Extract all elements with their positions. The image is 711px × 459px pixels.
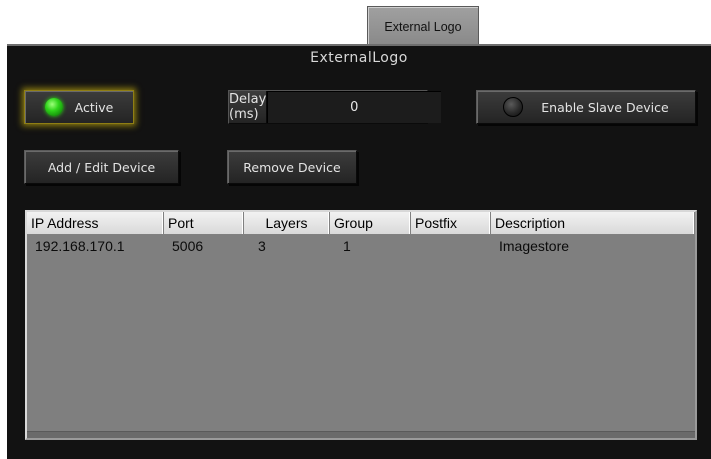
cell-layers: 3 (258, 238, 266, 254)
column-header-ip-address[interactable]: IP Address (27, 212, 164, 234)
delay-input[interactable] (267, 91, 442, 123)
enable-slave-device-label: Enable Slave Device (541, 99, 669, 115)
column-header-port[interactable]: Port (164, 212, 244, 234)
external-logo-panel: ExternalLogo Active Delay (ms) Enable Sl… (7, 44, 711, 459)
table-header: IP Address Port Layers Group Postfix Des… (27, 212, 695, 235)
column-header-postfix[interactable]: Postfix (411, 212, 491, 234)
cell-description: Imagestore (499, 238, 570, 254)
tab-external-logo[interactable]: External Logo (367, 6, 479, 44)
enable-slave-device-button[interactable]: Enable Slave Device (476, 90, 696, 124)
device-table: IP Address Port Layers Group Postfix Des… (25, 210, 697, 440)
active-label: Active (74, 99, 114, 115)
cell-port: 5006 (172, 238, 204, 254)
table-bottom-scrollbar[interactable] (27, 431, 695, 438)
cell-group: 1 (343, 238, 351, 254)
add-edit-device-button[interactable]: Add / Edit Device (24, 150, 179, 184)
delay-label: Delay (ms) (229, 91, 268, 123)
tab-label: External Logo (384, 19, 462, 34)
cell-postfix (411, 235, 491, 257)
cell-ip-address: 192.168.170.1 (35, 238, 125, 254)
column-header-group[interactable]: Group (330, 212, 411, 234)
slave-led-icon (503, 97, 524, 117)
delay-field-group: Delay (ms) (228, 90, 442, 124)
remove-device-label: Remove Device (243, 159, 341, 175)
add-edit-device-label: Add / Edit Device (47, 159, 156, 175)
column-header-description[interactable]: Description (491, 212, 695, 234)
active-toggle-button[interactable]: Active (24, 90, 134, 124)
column-header-layers[interactable]: Layers (244, 212, 330, 234)
table-row[interactable]: 192.168.170.1 5006 3 1 Imagestore (27, 235, 695, 257)
remove-device-button[interactable]: Remove Device (227, 150, 357, 184)
panel-title: ExternalLogo (310, 50, 408, 66)
active-led-icon (44, 98, 63, 116)
